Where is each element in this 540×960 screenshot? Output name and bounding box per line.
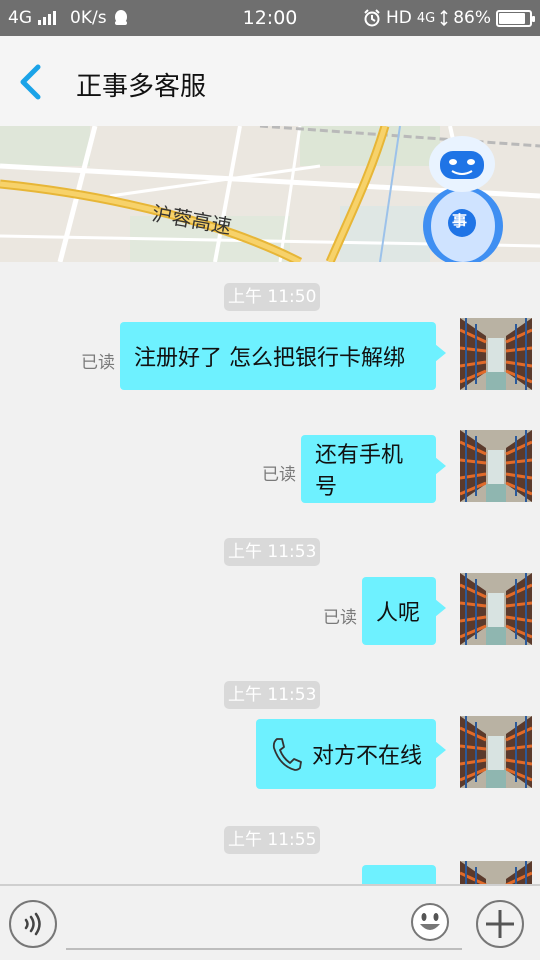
- timestamp: 上午 11:53: [224, 538, 321, 566]
- timestamp: 上午 11:55: [224, 826, 321, 854]
- warehouse-avatar-icon: [460, 716, 532, 788]
- message-text: 注册好了 怎么把银行卡解绑: [134, 346, 405, 371]
- plus-button[interactable]: [476, 900, 524, 948]
- input-bar: [0, 884, 540, 960]
- avatar[interactable]: [460, 861, 532, 884]
- call-status-text: 对方不在线: [312, 744, 423, 769]
- warehouse-avatar-icon: [460, 318, 532, 390]
- avatar[interactable]: [460, 430, 532, 502]
- message-list[interactable]: 上午 11:50 已读 注册好了 怎么把银行卡解绑 已读 还有手机号 上午 11…: [0, 262, 540, 884]
- status-bar: 4G 0K/s 12:00 HD 4G 86%: [0, 0, 540, 36]
- robot-mascot-icon: [423, 136, 503, 262]
- read-receipt: 已读: [323, 608, 357, 628]
- hd-label: HD: [385, 8, 412, 28]
- avatar[interactable]: [460, 573, 532, 645]
- warehouse-avatar-icon: [460, 573, 532, 645]
- avatar[interactable]: [460, 318, 532, 390]
- message-input[interactable]: [66, 896, 462, 950]
- page-title: 正事多客服: [76, 72, 207, 102]
- timestamp: 上午 11:53: [224, 681, 321, 709]
- chat-header: 正事多客服: [0, 36, 540, 126]
- message-bubble[interactable]: 注册好了 怎么把银行卡解绑: [120, 322, 446, 390]
- message-bubble[interactable]: 人呢: [362, 577, 446, 645]
- warehouse-avatar-icon: [460, 861, 532, 884]
- status-right: HD 4G 86%: [363, 0, 535, 36]
- avatar[interactable]: [460, 716, 532, 788]
- read-receipt: 已读: [262, 465, 296, 485]
- message-text: 还有手机号: [315, 443, 404, 500]
- alarm-icon: [364, 9, 380, 27]
- call-bubble[interactable]: 对方不在线: [256, 719, 446, 789]
- message-bubble-partial[interactable]: [362, 865, 436, 884]
- chevron-left-icon[interactable]: [18, 64, 42, 100]
- map-banner[interactable]: 沪蓉高速 事: [0, 126, 540, 262]
- data-arrows-icon: [440, 10, 448, 26]
- voice-icon: [24, 912, 41, 936]
- message-text: 人呢: [376, 601, 421, 626]
- voice-button[interactable]: [9, 900, 57, 948]
- message-bubble[interactable]: 还有手机号: [301, 435, 446, 503]
- smiley-icon[interactable]: [410, 902, 450, 942]
- battery-percent: 86%: [453, 8, 491, 28]
- battery-icon: [496, 9, 535, 27]
- network-type-right: 4G: [416, 10, 436, 26]
- map-image: [0, 126, 540, 262]
- battery-fill: [499, 12, 525, 24]
- warehouse-avatar-icon: [460, 430, 532, 502]
- mascot-badge: 事: [452, 212, 468, 230]
- timestamp: 上午 11:50: [224, 283, 321, 311]
- read-receipt: 已读: [81, 353, 115, 373]
- phone-icon: [272, 738, 302, 771]
